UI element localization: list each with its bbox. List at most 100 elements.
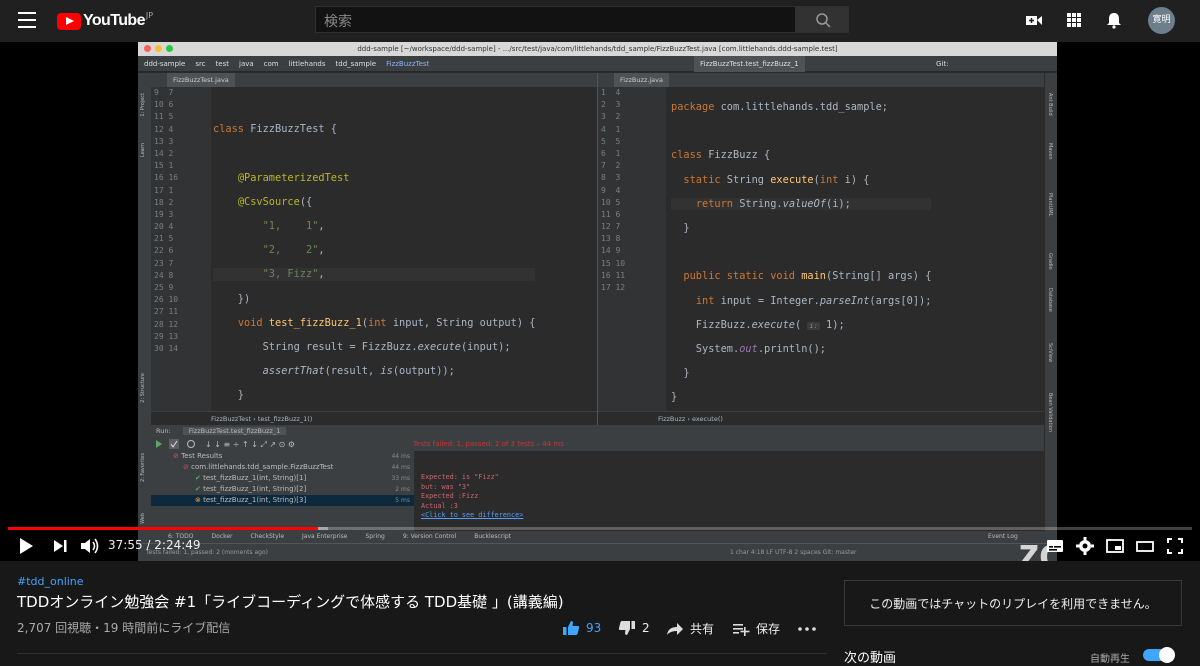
- autoplay-toggle[interactable]: [1143, 647, 1175, 663]
- apps-grid-icon[interactable]: [1064, 10, 1084, 30]
- svg-text:↓ ↓ ≡ ÷ ↑ ↓ ⤢ ↗ ⊙ ⚙: ↓ ↓ ≡ ÷ ↑ ↓ ⤢ ↗ ⊙ ⚙: [205, 440, 295, 449]
- line-number: 17 12: [601, 283, 626, 292]
- progress-bar[interactable]: [8, 527, 1192, 530]
- line-number: 12 4: [154, 124, 174, 134]
- search-input[interactable]: 検索: [315, 6, 796, 33]
- line-number: 7 2: [601, 161, 621, 171]
- search-icon: [816, 13, 831, 28]
- hamburger-menu-icon[interactable]: [18, 12, 36, 28]
- video-info: #tdd_online TDDオンライン勉強会 #1「ライブコーディングで体感す…: [0, 561, 1200, 666]
- line-number: 18 2: [154, 197, 174, 207]
- line-number: 1 4: [601, 88, 621, 97]
- code-area[interactable]: package com.littlehands.tdd_sample; clas…: [671, 89, 932, 427]
- run-tab[interactable]: FizzBuzzTest.test_fizzBuzz_1: [182, 427, 287, 435]
- breadcrumb: FizzBuzzTest › test_fizzBuzz_1(): [151, 411, 597, 425]
- thumbs-up-icon: [563, 621, 580, 635]
- volume-icon[interactable]: [79, 536, 101, 556]
- search-button[interactable]: [796, 6, 849, 33]
- tree-item-selected[interactable]: ⊗ test_fizzBuzz_1(int, String)[3] 5 ms: [151, 495, 414, 506]
- divider: [17, 653, 827, 654]
- player-controls: 37:55 / 2:24:49: [0, 532, 1200, 560]
- ide-left-toolbar: 1: Project Learn 2: Structure 2: Favorit…: [138, 73, 151, 533]
- hashtag-link[interactable]: #tdd_online: [17, 575, 84, 588]
- line-number: 9 4: [601, 185, 621, 195]
- run-toolbar-icons[interactable]: ↓ ↓ ≡ ÷ ↑ ↓ ⤢ ↗ ⊙ ⚙: [151, 437, 411, 451]
- youtube-logo[interactable]: YouTube JP: [57, 11, 153, 31]
- test-console-output: Expected: is "Fizz" but: was "3" Expecte…: [414, 451, 1032, 531]
- video-player[interactable]: ddd-sample [~/workspace/ddd-sample] - ..…: [0, 42, 1200, 561]
- tree-item[interactable]: ⊘ com.littlehands.tdd_sample.FizzBuzzTes…: [151, 462, 414, 473]
- next-icon[interactable]: [51, 536, 69, 556]
- test-results-tree[interactable]: ⊘ Test Results 44 ms ⊘ com.littlehands.td…: [151, 451, 414, 531]
- settings-gear-icon[interactable]: [1075, 536, 1095, 556]
- line-number: 25 9: [154, 283, 174, 292]
- line-number: 20 4: [154, 222, 174, 232]
- notifications-bell-icon[interactable]: [1104, 10, 1124, 30]
- line-number: 15 1: [154, 161, 174, 171]
- tests-status: Tests failed: 1, passed: 2 of 3 tests – …: [413, 440, 564, 448]
- line-number: 27 11: [154, 307, 179, 317]
- line-number: 22 6: [154, 246, 174, 256]
- line-number: 11 5: [154, 112, 174, 122]
- video-frame[interactable]: ddd-sample [~/workspace/ddd-sample] - ..…: [138, 42, 1057, 561]
- ide-titlebar: ddd-sample [~/workspace/ddd-sample] - ..…: [138, 42, 1057, 56]
- tab-fizzbuzz[interactable]: FizzBuzz.java: [614, 73, 669, 87]
- editor-fizzbuzztest[interactable]: FizzBuzzTest.java 9 7 10 6 11 5 12 4 13 3 14 …: [151, 73, 597, 546]
- line-number: 5 5: [601, 136, 621, 146]
- tree-item[interactable]: ⊘ Test Results 44 ms: [151, 451, 414, 462]
- avatar[interactable]: 寛明: [1148, 7, 1175, 34]
- line-number: 4 1: [601, 124, 621, 134]
- share-icon: [667, 622, 683, 635]
- save-button[interactable]: 保存: [732, 620, 780, 637]
- line-number: 9 7: [154, 88, 174, 97]
- time-display: 37:55 / 2:24:49: [108, 538, 201, 552]
- tree-item[interactable]: ✔ test_fizzBuzz_1(int, String)[2] 2 ms: [151, 484, 414, 495]
- subtitles-icon[interactable]: [1045, 536, 1065, 556]
- line-number: 10 5: [601, 197, 621, 207]
- autoplay-label: 自動再生: [1090, 654, 1130, 665]
- line-number: 21 5: [154, 234, 174, 244]
- play-icon[interactable]: [17, 536, 35, 556]
- video-title: TDDオンライン勉強会 #1「ライブコーディングで体感する TDD基礎 」(講義…: [17, 593, 564, 611]
- masthead: YouTube JP 検索 寛明: [0, 0, 1200, 42]
- line-gutter: 1 4 2 3 3 2 4 1 5 5 6 1 7 2 8 3 9 4 10 5 11 6 12 7 1…: [598, 87, 666, 411]
- more-actions-icon[interactable]: [797, 626, 817, 632]
- line-number: 12 7: [601, 222, 621, 232]
- miniplayer-icon[interactable]: [1105, 536, 1125, 556]
- line-number: 26 10: [154, 295, 179, 305]
- dislike-button[interactable]: 2: [618, 620, 650, 636]
- share-button[interactable]: 共有: [666, 620, 714, 637]
- theater-mode-icon[interactable]: [1135, 536, 1155, 556]
- run-toolbar: ↓ ↓ ≡ ÷ ↑ ↓ ⤢ ↗ ⊙ ⚙ Tests failed: 1, pas…: [151, 437, 1044, 451]
- like-button[interactable]: 93: [562, 620, 601, 636]
- line-number: 3 2: [601, 112, 621, 122]
- line-number: 17 1: [154, 185, 174, 195]
- line-number: 24 8: [154, 270, 174, 280]
- line-number: 28 12: [154, 319, 179, 329]
- up-next-heading: 次の動画: [844, 651, 897, 666]
- playlist-add-icon: [733, 623, 750, 636]
- line-number: 19 3: [154, 209, 174, 219]
- create-video-icon[interactable]: [1024, 10, 1044, 30]
- line-number: 30 14: [154, 343, 179, 353]
- tab-fizzbuzztest[interactable]: FizzBuzzTest.java: [167, 73, 235, 87]
- editor-fizzbuzz[interactable]: FizzBuzz.java 1 4 2 3 3 2 4 1 5 5 6 1 7 2 8 3 9 …: [597, 73, 1044, 425]
- run-panel-header: Run: FizzBuzzTest.test_fizzBuzz_1: [151, 425, 1044, 437]
- line-number: 8 3: [601, 173, 621, 183]
- run-config: FizzBuzzTest.test_fizzBuzz_1: [694, 56, 805, 72]
- line-number: 2 3: [601, 100, 621, 110]
- line-number: 10 6: [154, 100, 174, 110]
- line-gutter: 9 7 10 6 11 5 12 4 13 3 14 2 15 1 16 16 17 1 18 2…: [151, 87, 211, 411]
- chat-replay-notice: この動画ではチャットのリプレイを利用できません。: [844, 580, 1182, 626]
- line-number: 14 2: [154, 148, 174, 158]
- fullscreen-icon[interactable]: [1165, 536, 1185, 556]
- line-number: 16 11: [601, 270, 626, 280]
- line-number: 13 8: [601, 234, 621, 244]
- tree-item[interactable]: ✔ test_fizzBuzz_1(int, String)[1] 33 ms: [151, 473, 414, 484]
- line-number: 6 1: [601, 148, 621, 158]
- thumbs-down-icon: [618, 621, 635, 635]
- line-number: 11 6: [601, 209, 621, 219]
- line-number: 15 10: [601, 258, 626, 268]
- see-difference-link[interactable]: <Click to see difference>: [421, 511, 1032, 521]
- line-number: 13 3: [154, 136, 174, 146]
